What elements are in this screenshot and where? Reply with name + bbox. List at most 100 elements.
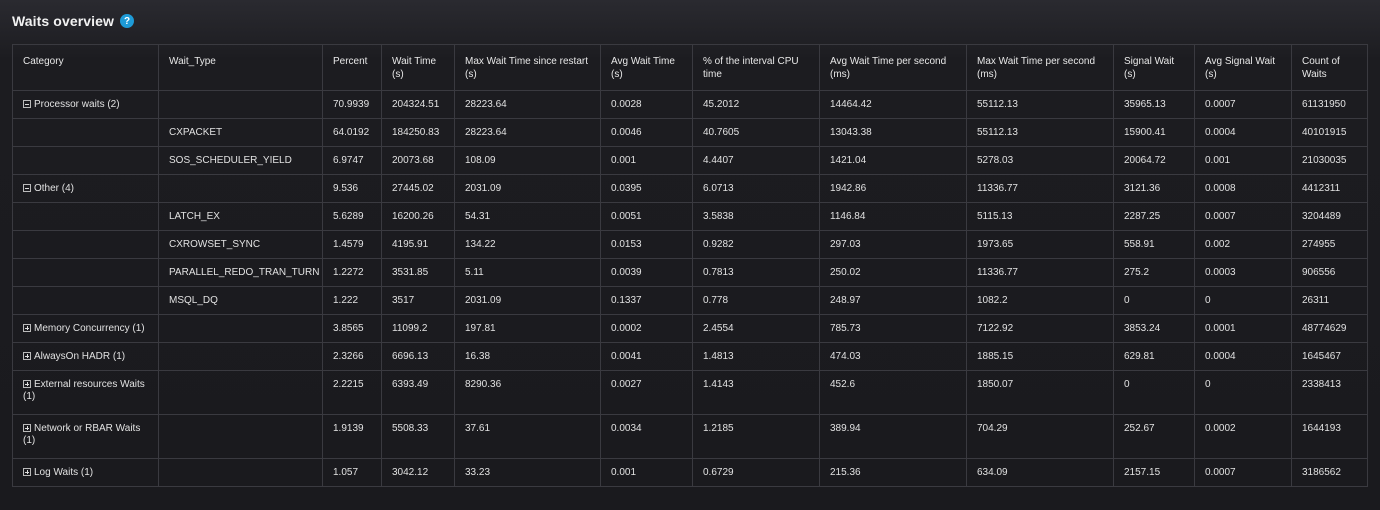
value-cell: 61131950 <box>1291 90 1368 119</box>
table-body: Processor waits (2) 70.9939 204324.51 28223… <box>12 90 1368 487</box>
value-cell: 108.09 <box>454 146 601 175</box>
value-cell: 250.02 <box>819 258 967 287</box>
collapse-icon[interactable] <box>23 100 31 108</box>
column-header[interactable]: Max Wait Time per second (ms) <box>966 44 1114 91</box>
value-cell: 5.11 <box>454 258 601 287</box>
value-cell: 54.31 <box>454 202 601 231</box>
value-cell: 55112.13 <box>966 90 1114 119</box>
expand-icon[interactable] <box>23 424 31 432</box>
category-row[interactable]: Network or RBAR Waits (1) 1.9139 5508.33 37… <box>12 414 1368 459</box>
value-cell: 7122.92 <box>966 314 1114 343</box>
value-cell: 35965.13 <box>1113 90 1195 119</box>
category-cell: Processor waits (2) <box>12 90 159 119</box>
value-cell: 0.6729 <box>692 458 820 487</box>
value-cell: 0.0003 <box>1194 258 1292 287</box>
column-header[interactable]: Wait_Type <box>158 44 323 91</box>
wait-type-cell: SOS_SCHEDULER_YIELD <box>158 146 323 175</box>
value-cell: 0.0002 <box>1194 414 1292 459</box>
column-header[interactable]: Percent <box>322 44 382 91</box>
value-cell: 204324.51 <box>381 90 455 119</box>
value-cell: 0.0004 <box>1194 118 1292 147</box>
value-cell: 4195.91 <box>381 230 455 259</box>
collapse-icon[interactable] <box>23 184 31 192</box>
value-cell: 1146.84 <box>819 202 967 231</box>
value-cell: 0.001 <box>1194 146 1292 175</box>
category-row[interactable]: Log Waits (1) 1.057 3042.12 33.23 0.001 0.672… <box>12 458 1368 487</box>
value-cell: 13043.38 <box>819 118 967 147</box>
column-header[interactable]: Category <box>12 44 159 91</box>
column-header[interactable]: Count of Waits <box>1291 44 1368 91</box>
value-cell: 64.0192 <box>322 118 382 147</box>
category-cell <box>12 202 159 231</box>
value-cell: 45.2012 <box>692 90 820 119</box>
value-cell: 11336.77 <box>966 258 1114 287</box>
value-cell: 37.61 <box>454 414 601 459</box>
value-cell: 2.2215 <box>322 370 382 415</box>
value-cell: 0.0007 <box>1194 458 1292 487</box>
value-cell: 5115.13 <box>966 202 1114 231</box>
value-cell: 215.36 <box>819 458 967 487</box>
category-row[interactable]: Other (4) 9.536 27445.02 2031.09 0.0395 6.071… <box>12 174 1368 203</box>
value-cell: 0.0001 <box>1194 314 1292 343</box>
value-cell: 1850.07 <box>966 370 1114 415</box>
column-header[interactable]: Avg Wait Time (s) <box>600 44 693 91</box>
expand-icon[interactable] <box>23 468 31 476</box>
value-cell: 634.09 <box>966 458 1114 487</box>
wait-type-row[interactable]: CXROWSET_SYNC 1.4579 4195.91 134.22 0.0153 0.… <box>12 230 1368 259</box>
value-cell: 5278.03 <box>966 146 1114 175</box>
value-cell: 21030035 <box>1291 146 1368 175</box>
value-cell: 0.1337 <box>600 286 693 315</box>
value-cell: 4.4407 <box>692 146 820 175</box>
value-cell: 0.001 <box>600 458 693 487</box>
category-cell <box>12 286 159 315</box>
wait-type-cell: MSQL_DQ <box>158 286 323 315</box>
value-cell: 0.0046 <box>600 118 693 147</box>
column-header[interactable]: Avg Signal Wait (s) <box>1194 44 1292 91</box>
value-cell: 6.9747 <box>322 146 382 175</box>
category-row[interactable]: Processor waits (2) 70.9939 204324.51 28223… <box>12 90 1368 119</box>
value-cell: 0.0002 <box>600 314 693 343</box>
panel-title: Waits overview <box>12 13 115 29</box>
category-cell: External resources Waits (1) <box>12 370 159 415</box>
column-header[interactable]: Max Wait Time since restart (s) <box>454 44 601 91</box>
column-header[interactable]: % of the interval CPU time <box>692 44 820 91</box>
category-cell <box>12 230 159 259</box>
value-cell: 3204489 <box>1291 202 1368 231</box>
wait-type-cell <box>158 90 323 119</box>
expand-icon[interactable] <box>23 352 31 360</box>
category-row[interactable]: Memory Concurrency (1) 3.8565 11099.2 197.8… <box>12 314 1368 343</box>
help-icon[interactable]: ? <box>120 14 135 28</box>
wait-type-row[interactable]: LATCH_EX 5.6289 16200.26 54.31 0.0051 3.5838 1… <box>12 202 1368 231</box>
value-cell: 5508.33 <box>381 414 455 459</box>
value-cell: 0.0395 <box>600 174 693 203</box>
value-cell: 16.38 <box>454 342 601 371</box>
value-cell: 28223.64 <box>454 118 601 147</box>
value-cell: 1.4579 <box>322 230 382 259</box>
wait-type-cell <box>158 370 323 415</box>
category-cell: Other (4) <box>12 174 159 203</box>
value-cell: 1.4143 <box>692 370 820 415</box>
wait-type-row[interactable]: CXPACKET 64.0192 184250.83 28223.64 0.0046 40… <box>12 118 1368 147</box>
category-row[interactable]: AlwaysOn HADR (1) 2.3266 6696.13 16.38 0.004… <box>12 342 1368 371</box>
value-cell: 3531.85 <box>381 258 455 287</box>
value-cell: 6696.13 <box>381 342 455 371</box>
category-label: External resources Waits (1) <box>23 379 145 402</box>
value-cell: 1885.15 <box>966 342 1114 371</box>
value-cell: 906556 <box>1291 258 1368 287</box>
expand-icon[interactable] <box>23 380 31 388</box>
value-cell: 389.94 <box>819 414 967 459</box>
value-cell: 8290.36 <box>454 370 601 415</box>
value-cell: 40.7605 <box>692 118 820 147</box>
category-row[interactable]: External resources Waits (1) 2.2215 6393.4… <box>12 370 1368 415</box>
column-header[interactable]: Avg Wait Time per second (ms) <box>819 44 967 91</box>
value-cell: 184250.83 <box>381 118 455 147</box>
wait-type-row[interactable]: MSQL_DQ 1.222 3517 2031.09 0.1337 0.778 248.97… <box>12 286 1368 315</box>
wait-type-cell <box>158 458 323 487</box>
value-cell: 0.0039 <box>600 258 693 287</box>
value-cell: 0 <box>1113 370 1195 415</box>
wait-type-row[interactable]: PARALLEL_REDO_TRAN_TURN 1.2272 3531.85 5.11… <box>12 258 1368 287</box>
wait-type-row[interactable]: SOS_SCHEDULER_YIELD 6.9747 20073.68 108.09 0… <box>12 146 1368 175</box>
column-header[interactable]: Signal Wait (s) <box>1113 44 1195 91</box>
column-header[interactable]: Wait Time (s) <box>381 44 455 91</box>
expand-icon[interactable] <box>23 324 31 332</box>
